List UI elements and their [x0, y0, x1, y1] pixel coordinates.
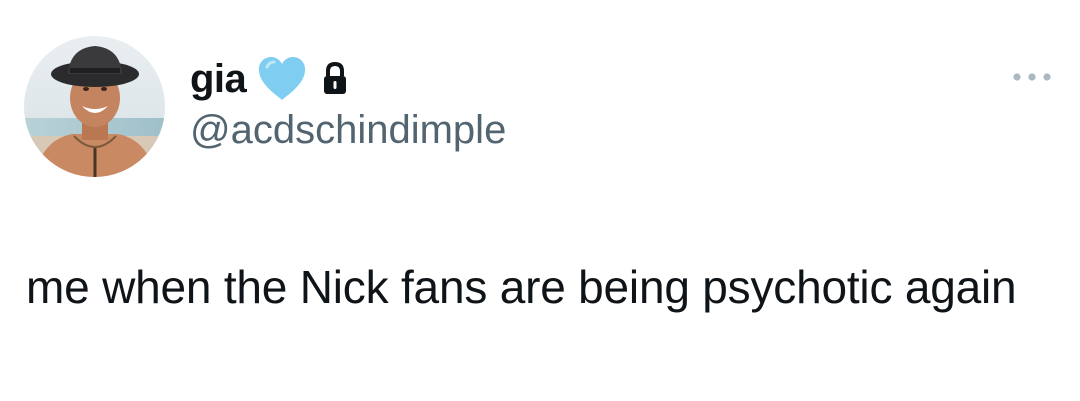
avatar[interactable] — [24, 36, 165, 177]
author-display-name[interactable]: gia — [190, 59, 247, 99]
lock-icon — [320, 61, 350, 97]
tweet-card: gia @acdschindimple me when the Nick fan… — [0, 0, 1080, 401]
avatar-photo — [24, 36, 165, 177]
author-name-row: gia — [190, 52, 506, 106]
more-dots-icon — [1013, 73, 1051, 81]
more-options-button[interactable] — [1006, 60, 1058, 94]
light-blue-heart-icon — [256, 55, 308, 103]
tweet-text: me when the Nick fans are being psychoti… — [26, 261, 1017, 313]
author-identity: gia @acdschindimple — [190, 52, 506, 152]
author-handle[interactable]: @acdschindimple — [190, 108, 506, 152]
